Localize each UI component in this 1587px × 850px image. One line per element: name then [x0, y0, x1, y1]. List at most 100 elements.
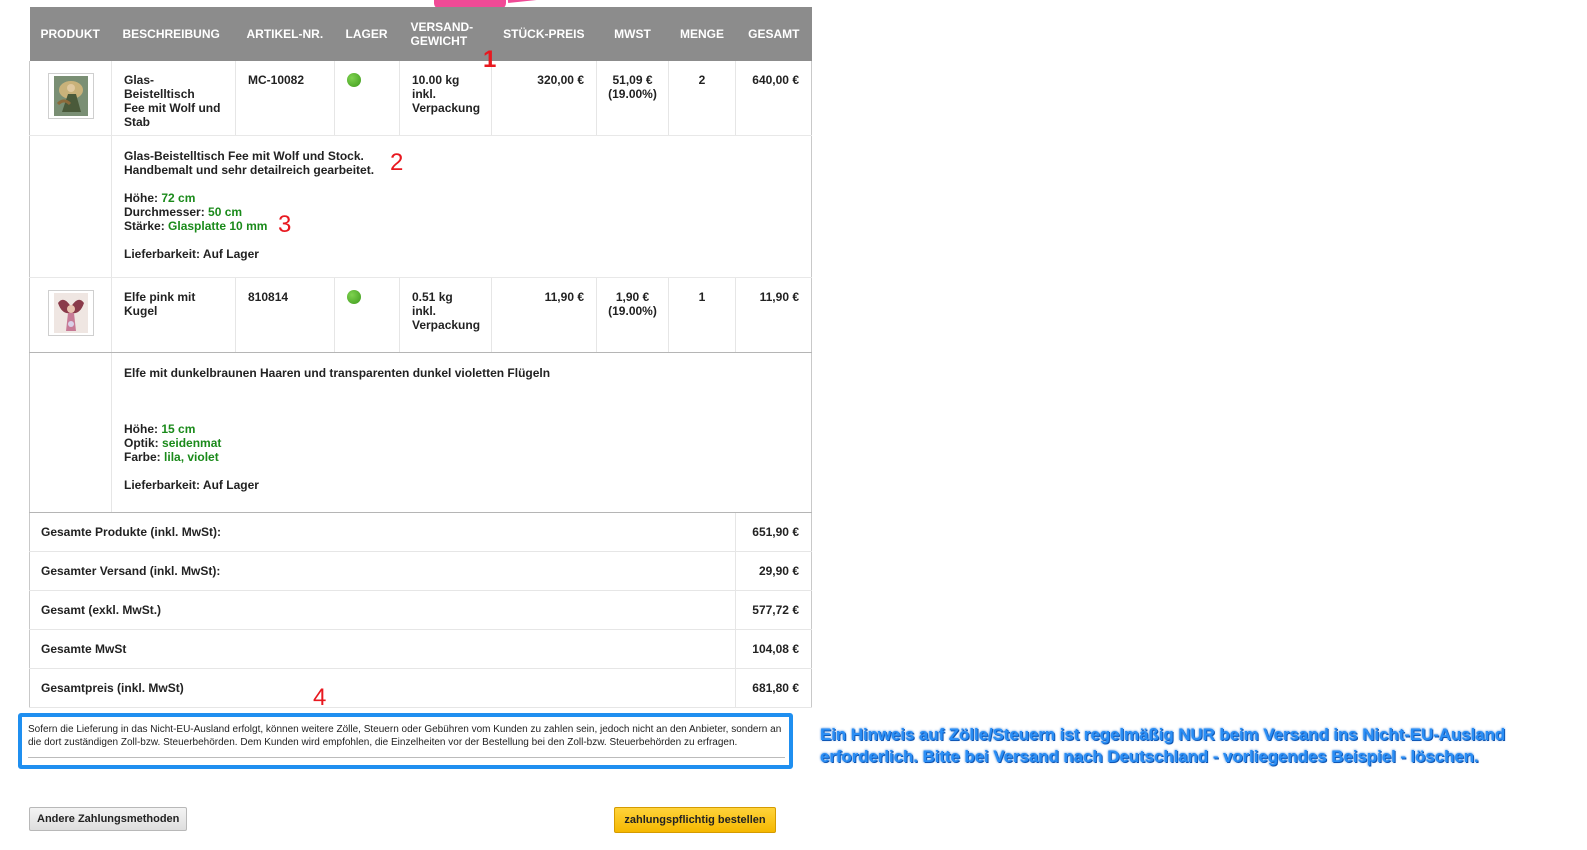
col-beschreibung: BESCHREIBUNG: [111, 7, 236, 61]
total-label: Gesamter Versand (inkl. MwSt):: [29, 551, 736, 591]
quantity: 1: [668, 277, 736, 353]
col-gesamt: GESAMT: [735, 7, 812, 61]
product-thumbnail[interactable]: [47, 290, 94, 336]
vat: 1,90 € (19.00%): [596, 277, 669, 353]
shipping-weight: 0.51 kg inkl. Verpackung: [399, 277, 492, 353]
line-total: 640,00 €: [735, 61, 812, 136]
fairy-table-image: [53, 76, 88, 116]
order-button[interactable]: zahlungspflichtig bestellen: [614, 807, 776, 833]
annotation-marker-2: 2: [390, 149, 404, 176]
other-payment-button[interactable]: Andere Zahlungsmethoden: [29, 807, 188, 831]
col-artikel: ARTIKEL-NR.: [235, 7, 335, 61]
attr-label: Höhe:: [124, 422, 158, 436]
attr-value: Glasplatte 10 mm: [168, 219, 268, 233]
table-header: PRODUKT BESCHREIBUNG ARTIKEL-NR. LAGER V…: [29, 7, 812, 61]
attr-value: 50 cm: [208, 205, 243, 219]
col-stueckpreis: STÜCK-PREIS: [491, 7, 597, 61]
col-produkt: PRODUKT: [29, 7, 112, 61]
product-description: Elfe mit dunkelbraunen Haaren und transp…: [111, 352, 812, 513]
unit-price: 320,00 €: [491, 61, 597, 136]
total-row: Gesamtpreis (inkl. MwSt) 681,80 €: [29, 668, 812, 708]
cart-table: PRODUKT BESCHREIBUNG ARTIKEL-NR. LAGER V…: [29, 7, 812, 708]
shipping-weight: 10.00 kg inkl. Verpackung: [399, 61, 492, 136]
product-name-1: Glas-Beistelltisch: [124, 73, 195, 101]
arrow-mark: [507, 0, 578, 3]
attr-label: Durchmesser:: [124, 205, 205, 219]
quantity: 2: [668, 61, 736, 136]
attr-label: Farbe:: [124, 450, 161, 464]
col-gewicht-1: VERSAND-: [410, 20, 474, 34]
annotation-line: erforderlich. Bitte bei Versand nach Deu…: [820, 747, 1479, 766]
vat-amount: 51,09 €: [612, 73, 653, 87]
vat-amount: 1,90 €: [615, 290, 650, 304]
col-gewicht-2: GEWICHT: [410, 34, 468, 48]
total-value: 681,80 €: [735, 668, 812, 708]
product-name-2: Kugel: [124, 304, 158, 318]
weight-1: 0.51 kg: [412, 290, 453, 304]
stock-cell: [334, 277, 400, 353]
annotation-note: Ein Hinweis auf Zölle/Steuern ist regelm…: [820, 724, 1505, 768]
col-gewicht: VERSAND- GEWICHT: [399, 7, 492, 61]
product-name[interactable]: Glas-Beistelltisch Fee mit Wolf und Stab: [111, 61, 236, 136]
availability: Lieferbarkeit: Auf Lager: [124, 247, 259, 261]
weight-2: inkl.: [412, 87, 437, 101]
weight-2: inkl.: [412, 304, 437, 318]
customs-notice-box: Sofern die Lieferung in das Nicht-EU-Aus…: [18, 713, 793, 769]
empty-cell: [29, 352, 112, 513]
unit-price: 11,90 €: [491, 277, 597, 353]
total-label: Gesamt (exkl. MwSt.): [29, 590, 736, 630]
total-value: 29,90 €: [735, 551, 812, 591]
product-image-cell: [29, 277, 112, 353]
empty-cell: [29, 135, 112, 278]
description-line: Glas-Beistelltisch Fee mit Wolf und Stoc…: [124, 149, 364, 163]
total-row: Gesamte Produkte (inkl. MwSt): 651,90 €: [29, 512, 812, 552]
product-image-cell: [29, 61, 112, 136]
total-label: Gesamte Produkte (inkl. MwSt):: [29, 512, 736, 552]
weight-1: 10.00 kg: [412, 73, 460, 87]
col-lager: LAGER: [334, 7, 400, 61]
product-name[interactable]: Elfe pink mit Kugel: [111, 277, 236, 353]
table-row: Glas-Beistelltisch Fee mit Wolf und Stab M…: [29, 61, 812, 136]
total-label: Gesamtpreis (inkl. MwSt): [29, 668, 736, 708]
product-description: Glas-Beistelltisch Fee mit Wolf und Stoc…: [111, 135, 812, 278]
attr-value: seidenmat: [162, 436, 222, 450]
elf-figure-image: [53, 293, 88, 333]
product-name-1: Elfe pink mit: [124, 290, 196, 304]
table-row: Elfe mit dunkelbraunen Haaren und transp…: [29, 352, 812, 513]
description-line: Elfe mit dunkelbraunen Haaren und transp…: [124, 366, 551, 380]
annotation-line: Ein Hinweis auf Zölle/Steuern ist regelm…: [820, 725, 1506, 744]
total-row: Gesamte MwSt 104,08 €: [29, 629, 812, 669]
total-label: Gesamte MwSt: [29, 629, 736, 669]
total-value: 651,90 €: [735, 512, 812, 552]
stock-status-icon: [347, 73, 361, 87]
weight-3: Verpackung: [412, 318, 481, 332]
product-name-2: Fee mit Wolf und: [124, 101, 221, 115]
col-mwst: MWST: [596, 7, 669, 61]
availability: Lieferbarkeit: Auf Lager: [124, 478, 259, 492]
total-row: Gesamt (exkl. MwSt.) 577,72 €: [29, 590, 812, 630]
customs-notice-text[interactable]: Sofern die Lieferung in das Nicht-EU-Aus…: [28, 723, 785, 758]
stock-cell: [334, 61, 400, 136]
annotation-marker-3: 3: [278, 211, 292, 238]
total-value: 104,08 €: [735, 629, 812, 669]
table-row: Elfe pink mit Kugel 810814 0.51 kg inkl. Ve…: [29, 277, 812, 353]
vat-rate: (19.00%): [608, 304, 657, 318]
attr-value: 15 cm: [161, 422, 196, 436]
attr-label: Optik:: [124, 436, 159, 450]
total-row: Gesamter Versand (inkl. MwSt): 29,90 €: [29, 551, 812, 591]
annotation-marker-1: 1: [483, 46, 497, 73]
attr-label: Höhe:: [124, 191, 158, 205]
product-thumbnail[interactable]: [47, 73, 94, 119]
col-menge: MENGE: [668, 7, 736, 61]
attr-value: lila, violet: [164, 450, 219, 464]
annotation-marker-4: 4: [313, 684, 327, 711]
attr-value: 72 cm: [161, 191, 196, 205]
vat: 51,09 € (19.00%): [596, 61, 669, 136]
description-line: Handbemalt und sehr detailreich gearbeit…: [124, 163, 375, 177]
total-value: 577,72 €: [735, 590, 812, 630]
weight-3: Verpackung: [412, 101, 481, 115]
article-number: MC-10082: [235, 61, 335, 136]
line-total: 11,90 €: [735, 277, 812, 353]
attr-label: Stärke:: [124, 219, 165, 233]
article-number: 810814: [235, 277, 335, 353]
